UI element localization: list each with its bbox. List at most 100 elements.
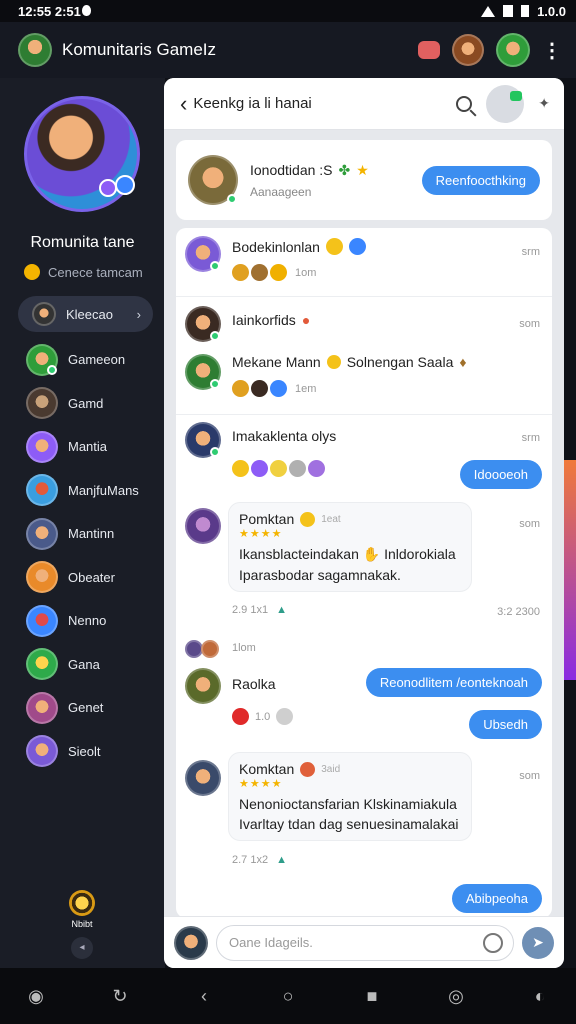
friend-avatar-icon[interactable] bbox=[452, 34, 484, 66]
assistant-icon[interactable]: ◎ bbox=[442, 986, 470, 1007]
sidebar-item-7[interactable]: Nenno bbox=[0, 599, 165, 643]
reaction-icon[interactable] bbox=[270, 264, 287, 281]
list-item: Komktan 3aid ★★★★ Nenonioctansfarian Kls… bbox=[176, 752, 552, 918]
post-time: som bbox=[519, 770, 540, 782]
featured-action-button[interactable]: Reenfoocthking bbox=[421, 165, 540, 195]
reply-button[interactable]: Idoooeoh bbox=[459, 460, 542, 489]
reaction-icon[interactable] bbox=[251, 264, 268, 281]
smile-emoji-icon bbox=[300, 511, 316, 527]
post-name-row: Raolka bbox=[232, 676, 276, 692]
reaction-icon[interactable] bbox=[270, 380, 287, 397]
chat-bubble-icon[interactable] bbox=[418, 41, 440, 59]
reaction-icon[interactable] bbox=[232, 708, 249, 725]
panel-title: Keenkg ia li hanai bbox=[193, 95, 312, 112]
sidebar-item-label: Kleecao bbox=[66, 306, 113, 322]
hand-emoji-icon: ✋ bbox=[362, 546, 381, 562]
recents-icon[interactable]: ■ bbox=[358, 986, 386, 1007]
more-options-icon[interactable]: ⋮ bbox=[542, 38, 562, 63]
reaction-icon[interactable] bbox=[251, 380, 268, 397]
reaction-icon[interactable] bbox=[308, 460, 325, 477]
group-time: 1lom bbox=[232, 642, 256, 654]
post-avatar[interactable] bbox=[185, 354, 221, 390]
message-input[interactable] bbox=[229, 935, 483, 950]
panel-header: ‹ Keenkg ia li hanai ✦ bbox=[164, 78, 564, 130]
sidebar-item-0[interactable]: Kleecao › bbox=[18, 296, 153, 332]
post-extra: Solnengan Saala bbox=[346, 354, 454, 370]
background-accent bbox=[562, 460, 576, 680]
bubble-header: Komktan 3aid bbox=[239, 761, 461, 777]
bubble-text-row: Ikansblacteindakan ✋ Inldorokiala bbox=[239, 546, 461, 563]
sidebar-item-label: Mantinn bbox=[68, 526, 115, 542]
post-avatar[interactable] bbox=[185, 422, 221, 458]
message-input-wrap bbox=[216, 924, 514, 961]
sidebar-item-9[interactable]: Genet bbox=[0, 686, 165, 730]
list-item: Bodekinlonlan srm 1om bbox=[176, 228, 552, 296]
app-title: Komunitaris GameIz bbox=[62, 40, 216, 59]
app-logo-avatar[interactable] bbox=[18, 33, 52, 67]
back-arrow-icon[interactable]: ‹ bbox=[180, 91, 187, 117]
featured-avatar[interactable] bbox=[188, 155, 238, 205]
game-mode-icon[interactable]: ◐ bbox=[526, 986, 554, 1007]
reply-button-2[interactable]: Ubsedh bbox=[469, 710, 542, 739]
collapse-sidebar-icon[interactable]: ◂ bbox=[71, 937, 93, 959]
rating-stars: ★★★★ bbox=[239, 528, 283, 540]
reaction-count: 1.0 bbox=[255, 710, 271, 723]
divider bbox=[176, 296, 552, 297]
reaction-row: 1em bbox=[232, 380, 316, 397]
post-avatar[interactable] bbox=[185, 508, 221, 544]
rotate-icon[interactable]: ↻ bbox=[106, 986, 134, 1007]
message-composer: ➤ bbox=[164, 916, 564, 968]
sidebar-item-label: ManjfuMans bbox=[68, 482, 139, 498]
sidebar-item-5[interactable]: Mantinn bbox=[0, 512, 165, 556]
home-icon[interactable]: ○ bbox=[274, 986, 302, 1007]
post-name-row: Mekane Mann Solnengan Saala ♦ bbox=[232, 354, 467, 370]
reaction-icon[interactable] bbox=[251, 460, 268, 477]
sidebar-item-10[interactable]: Sieolt bbox=[0, 730, 165, 774]
sidebar-avatar bbox=[26, 735, 58, 768]
emoji-picker-icon[interactable] bbox=[483, 932, 503, 953]
list-item: Pomktan 1eat ★★★★ Ikansblacteindakan ✋ I… bbox=[176, 502, 552, 632]
sidebar-item-6[interactable]: Obeater bbox=[0, 556, 165, 600]
reply-button[interactable]: Abibpeoha bbox=[451, 884, 542, 913]
profile-avatar[interactable] bbox=[24, 96, 140, 212]
reaction-icon[interactable] bbox=[232, 264, 249, 281]
send-button[interactable]: ➤ bbox=[522, 926, 554, 959]
user-avatar-icon[interactable] bbox=[496, 33, 530, 67]
sidebar-item-4[interactable]: ManjfuMans bbox=[0, 469, 165, 513]
sidebar-item-label: Mantia bbox=[68, 439, 108, 455]
post-time: som bbox=[519, 318, 540, 330]
back-icon[interactable]: ‹ bbox=[190, 986, 218, 1007]
voice-room-icon[interactable] bbox=[486, 84, 525, 123]
post-avatar[interactable] bbox=[185, 236, 221, 272]
reaction-icon[interactable] bbox=[276, 708, 294, 725]
sidebar-avatar bbox=[26, 691, 58, 724]
sidebar-item-label: Gamd bbox=[68, 395, 104, 411]
reaction-icon[interactable] bbox=[270, 460, 287, 477]
reaction-icon[interactable] bbox=[289, 460, 306, 477]
sidebar-item-3[interactable]: Mantia bbox=[0, 425, 165, 469]
screenshot-icon[interactable]: ◉ bbox=[22, 986, 50, 1007]
bubble-text-3: Iparasbodar sagamnakak. bbox=[239, 567, 401, 583]
post-avatar[interactable] bbox=[185, 760, 221, 796]
sidebar-avatar bbox=[26, 517, 58, 550]
sidebar-item-8[interactable]: Gana bbox=[0, 643, 165, 687]
reply-button[interactable]: Reonodlitem /eonteknoah bbox=[365, 668, 542, 697]
post-avatar[interactable] bbox=[185, 306, 221, 342]
profile-subtitle: Cenece tamcam bbox=[24, 264, 143, 280]
signal-icon bbox=[503, 5, 514, 17]
gem-icon[interactable] bbox=[69, 890, 95, 916]
sidebar-item-1[interactable]: Gameeon bbox=[0, 338, 165, 382]
sidebar-avatar bbox=[26, 604, 58, 637]
reaction-icon[interactable] bbox=[232, 380, 249, 397]
post-author: Pomktan bbox=[239, 511, 295, 527]
chat-panel: ‹ Keenkg ia li hanai ✦ Ionodtidan :S ✤ ★… bbox=[164, 78, 564, 968]
sparkle-icon[interactable]: ✦ bbox=[538, 95, 550, 112]
post-name-row: Iainkorfids ● bbox=[232, 312, 310, 328]
post-avatar[interactable] bbox=[185, 668, 221, 704]
post-author: Iainkorfids bbox=[232, 312, 296, 328]
sidebar-avatar bbox=[26, 343, 58, 376]
sidebar-item-2[interactable]: Gamd bbox=[0, 382, 165, 426]
app-actions: ⋮ bbox=[418, 33, 562, 67]
search-icon[interactable] bbox=[456, 95, 473, 112]
reaction-icon[interactable] bbox=[232, 460, 249, 477]
